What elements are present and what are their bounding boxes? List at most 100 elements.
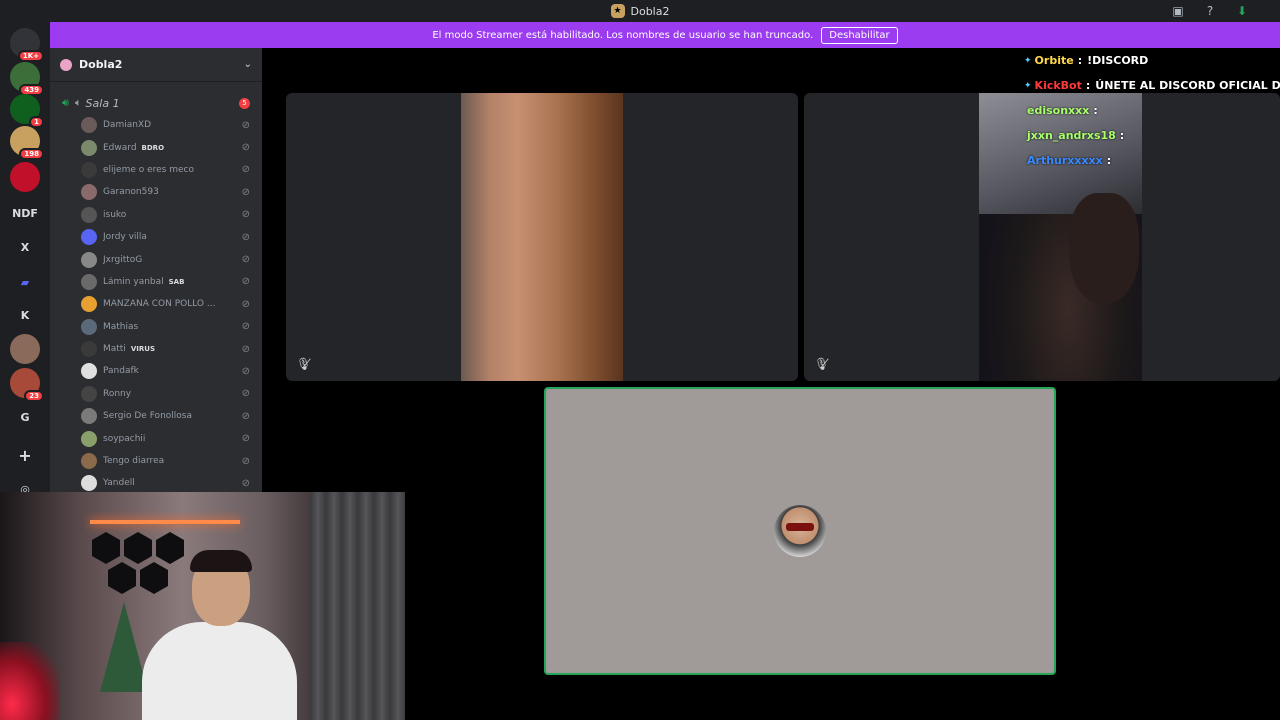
voice-channel-sala-1[interactable]: 🔊︎ 🔈︎ Sala 1 5 [50,92,262,114]
banner-text: El modo Streamer está habilitado. Los no… [432,29,814,41]
deafened-icon: ⊘ [241,276,250,288]
voice-user[interactable]: elijeme o eres meco ⊘ [50,159,262,181]
notification-badge: 23 [24,390,44,402]
curtain [310,492,405,720]
deafened-icon: ⊘ [241,209,250,221]
voice-user-list: DamianXD ⊘ Edward BDRO ⊘ elijeme o eres meco ⊘… [50,114,262,492]
user-tag: BDRO [141,143,165,152]
avatar [81,251,97,268]
server-3[interactable]: 198 [10,126,44,160]
deafened-icon: ⊘ [241,142,250,154]
user-tag: SAB [168,277,185,286]
chat-username: Orbite [1034,54,1074,67]
server-header[interactable]: Dobla2 ⌄ [50,48,262,82]
mic-muted-icon: 🎙︎̸ [296,357,312,371]
server-2[interactable]: 1 [10,94,44,128]
voice-user[interactable]: Garanon593 ⊘ [50,181,262,203]
deafened-icon: ⊘ [241,410,250,422]
username: DamianXD [103,120,152,131]
server-k[interactable]: K [10,300,40,330]
voice-user[interactable]: soypachii ⊘ [50,427,262,449]
username: elijeme o eres meco [103,164,194,175]
mic-muted-icon: 🎙︎̸ [814,357,830,371]
folder-icon: ▰ [20,275,30,289]
server-1[interactable]: 439 [10,62,44,96]
deafened-icon: ⊘ [241,455,250,467]
chat-message: ✦ Orbite: !DISCORD [1024,48,1280,73]
voice-user[interactable]: Matti VIRUS ⊘ [50,338,262,360]
voice-user[interactable]: Edward BDRO ⊘ [50,136,262,158]
server-g[interactable]: G [10,402,40,432]
avatar [81,453,97,470]
voice-user[interactable]: Mathias ⊘ [50,316,262,338]
chat-username: edisonxxx [1027,104,1090,117]
deafened-icon: ⊘ [241,119,250,131]
voice-user[interactable]: Lámin yanbal SAB ⊘ [50,271,262,293]
voice-user[interactable]: Yandell ⊘ [50,472,262,492]
username: Pandafk [103,366,139,377]
download-icon[interactable]: ⬇ [1234,3,1250,19]
avatar [774,505,826,557]
video-stream [461,93,623,381]
chat-message: jxxn_andrxs18: [1024,123,1280,148]
username: Garanon593 [103,187,159,198]
voice-user[interactable]: Jordy villa ⊘ [50,226,262,248]
avatar [81,363,97,380]
notification-badge: 1 [29,116,44,128]
voice-user[interactable]: MANZANA CON POLLO ... ⊘ [50,293,262,315]
server-5[interactable] [10,334,40,364]
voice-user[interactable]: Sergio De Fonollosa ⊘ [50,405,262,427]
avatar [81,296,97,313]
voice-user[interactable]: Tengo diarrea ⊘ [50,450,262,472]
deafened-icon: ⊘ [241,477,250,489]
chat-separator: : [1093,104,1098,117]
chat-separator: : [1119,129,1125,142]
chat-separator: : [1085,79,1091,92]
video-person [1069,193,1139,303]
server-6[interactable]: 23 [10,368,44,402]
voice-user[interactable]: Pandafk ⊘ [50,360,262,382]
focused-user-tile[interactable] [544,387,1056,675]
deafened-icon: ⊘ [241,254,250,266]
avatar [81,408,97,425]
voice-channel-count-badge: 5 [239,97,250,109]
username: MANZANA CON POLLO ... [103,299,216,310]
server-ndf[interactable]: NDF [10,198,40,228]
avatar-detail [786,523,814,531]
chat-username: KickBot [1034,79,1082,92]
inbox-icon[interactable]: ▣ [1170,3,1186,19]
chevron-down-icon[interactable]: ⌄ [244,59,252,70]
username: Edward [103,142,137,153]
avatar [81,206,97,223]
disable-streamer-mode-button[interactable]: Deshabilitar [821,26,898,44]
chat-username: jxxn_andrxs18 [1027,129,1116,142]
server-label: X [20,240,30,254]
deafened-icon: ⊘ [241,231,250,243]
user-tag: VIRUS [130,345,155,354]
badge-icon: ✦ [1024,55,1032,66]
deafened-icon: ⊘ [241,365,250,377]
chat-separator: : [1077,54,1083,67]
avatar [81,161,97,178]
video-tile-1[interactable]: 🎙︎̸ [286,93,798,381]
voice-user[interactable]: DamianXD ⊘ [50,114,262,136]
avatar [81,184,97,201]
voice-user[interactable]: isuko ⊘ [50,204,262,226]
window-title: Dobla2 [630,4,670,18]
badge-icon: ✦ [1024,80,1032,91]
server-4[interactable] [10,162,40,192]
help-icon[interactable]: ? [1202,3,1218,19]
add-server-icon[interactable]: + [10,440,40,470]
server-label: G [20,410,30,424]
discord-home[interactable]: 1K+ [10,28,44,62]
stream-chat-overlay: ✦ Orbite: !DISCORD ✦ KickBot: ÚNETE AL DISCOR… [1024,48,1280,173]
avatar [81,139,97,156]
deafened-icon: ⊘ [241,343,250,355]
voice-user[interactable]: JxrgittoG ⊘ [50,248,262,270]
server-folder[interactable]: ▰ [10,267,40,297]
streamer-body [142,622,297,720]
server-label: NDF [12,206,38,220]
voice-user[interactable]: Ronny ⊘ [50,383,262,405]
server-x[interactable]: X [10,232,40,262]
avatar [81,385,97,402]
